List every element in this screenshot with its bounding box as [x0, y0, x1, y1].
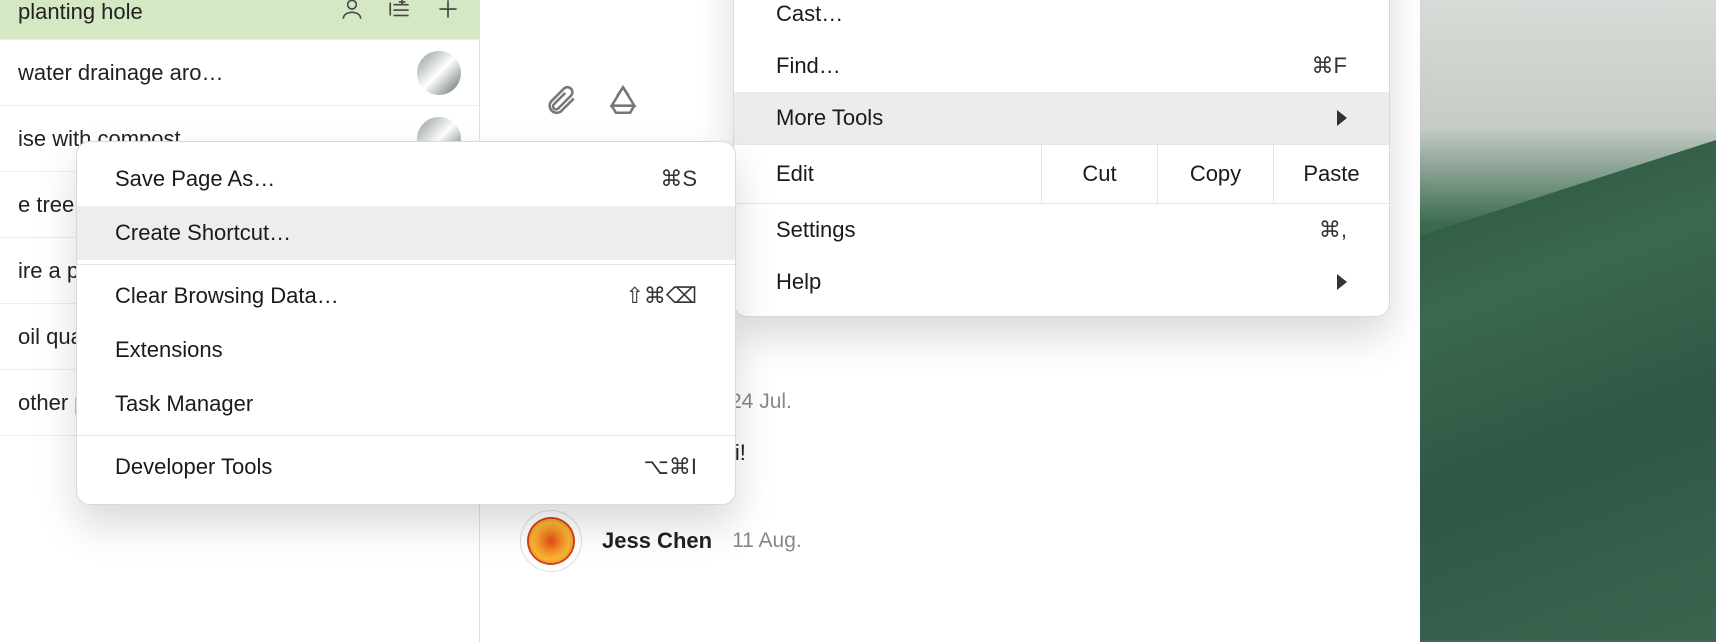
chevron-right-icon	[1337, 110, 1347, 126]
message-date: 11 Aug.	[732, 529, 802, 553]
menu-item-more-tools[interactable]: More Tools	[734, 92, 1389, 144]
message-author: Jess Chen	[602, 528, 712, 554]
paste-button[interactable]: Paste	[1273, 145, 1389, 203]
task-row[interactable]: water drainage aro…	[0, 40, 479, 106]
menu-item-settings[interactable]: Settings ⌘,	[734, 204, 1389, 256]
menu-divider	[77, 264, 735, 265]
subtask-icon[interactable]	[387, 0, 413, 28]
task-text: water drainage aro…	[18, 60, 407, 86]
shortcut-text: ⌥⌘I	[644, 454, 697, 480]
assignee-icon[interactable]	[339, 0, 365, 28]
menu-item-task-manager[interactable]: Task Manager	[77, 377, 735, 431]
message-header: Jess Chen 11 Aug.	[520, 510, 802, 572]
shortcut-text: ⌘,	[1319, 217, 1347, 243]
shortcut-text: ⌘S	[660, 166, 697, 192]
task-text: planting hole	[18, 0, 339, 25]
menu-item-save-page[interactable]: Save Page As… ⌘S	[77, 152, 735, 206]
edit-label: Edit	[734, 145, 1041, 203]
avatar	[520, 510, 582, 572]
copy-button[interactable]: Copy	[1157, 145, 1273, 203]
menu-divider	[77, 435, 735, 436]
shortcut-text: ⌘F	[1312, 53, 1347, 79]
cut-button[interactable]: Cut	[1041, 145, 1157, 203]
menu-item-cast[interactable]: Cast…	[734, 0, 1389, 40]
menu-item-extensions[interactable]: Extensions	[77, 323, 735, 377]
menu-item-clear-browsing[interactable]: Clear Browsing Data… ⇧⌘⌫	[77, 269, 735, 323]
attachment-icon[interactable]	[544, 83, 578, 122]
drive-icon[interactable]	[606, 83, 640, 122]
menu-edit-row: Edit Cut Copy Paste	[734, 144, 1389, 204]
menu-item-create-shortcut[interactable]: Create Shortcut…	[77, 206, 735, 260]
chevron-right-icon	[1337, 274, 1347, 290]
menu-item-find[interactable]: Find… ⌘F	[734, 40, 1389, 92]
menu-item-developer-tools[interactable]: Developer Tools ⌥⌘I	[77, 440, 735, 494]
add-icon[interactable]	[435, 0, 461, 28]
task-row[interactable]: planting hole	[0, 0, 479, 40]
compose-toolbar	[520, 60, 730, 140]
message-date: 24 Jul.	[730, 390, 792, 414]
more-tools-submenu: Save Page As… ⌘S Create Shortcut… Clear …	[76, 141, 736, 505]
menu-item-help[interactable]: Help	[734, 256, 1389, 308]
browser-main-menu: Print… ⌘P Cast… Find… ⌘F More Tools Edit…	[733, 0, 1390, 317]
shortcut-text: ⇧⌘⌫	[625, 283, 697, 309]
avatar	[417, 51, 461, 95]
desktop-wallpaper	[1406, 0, 1716, 642]
